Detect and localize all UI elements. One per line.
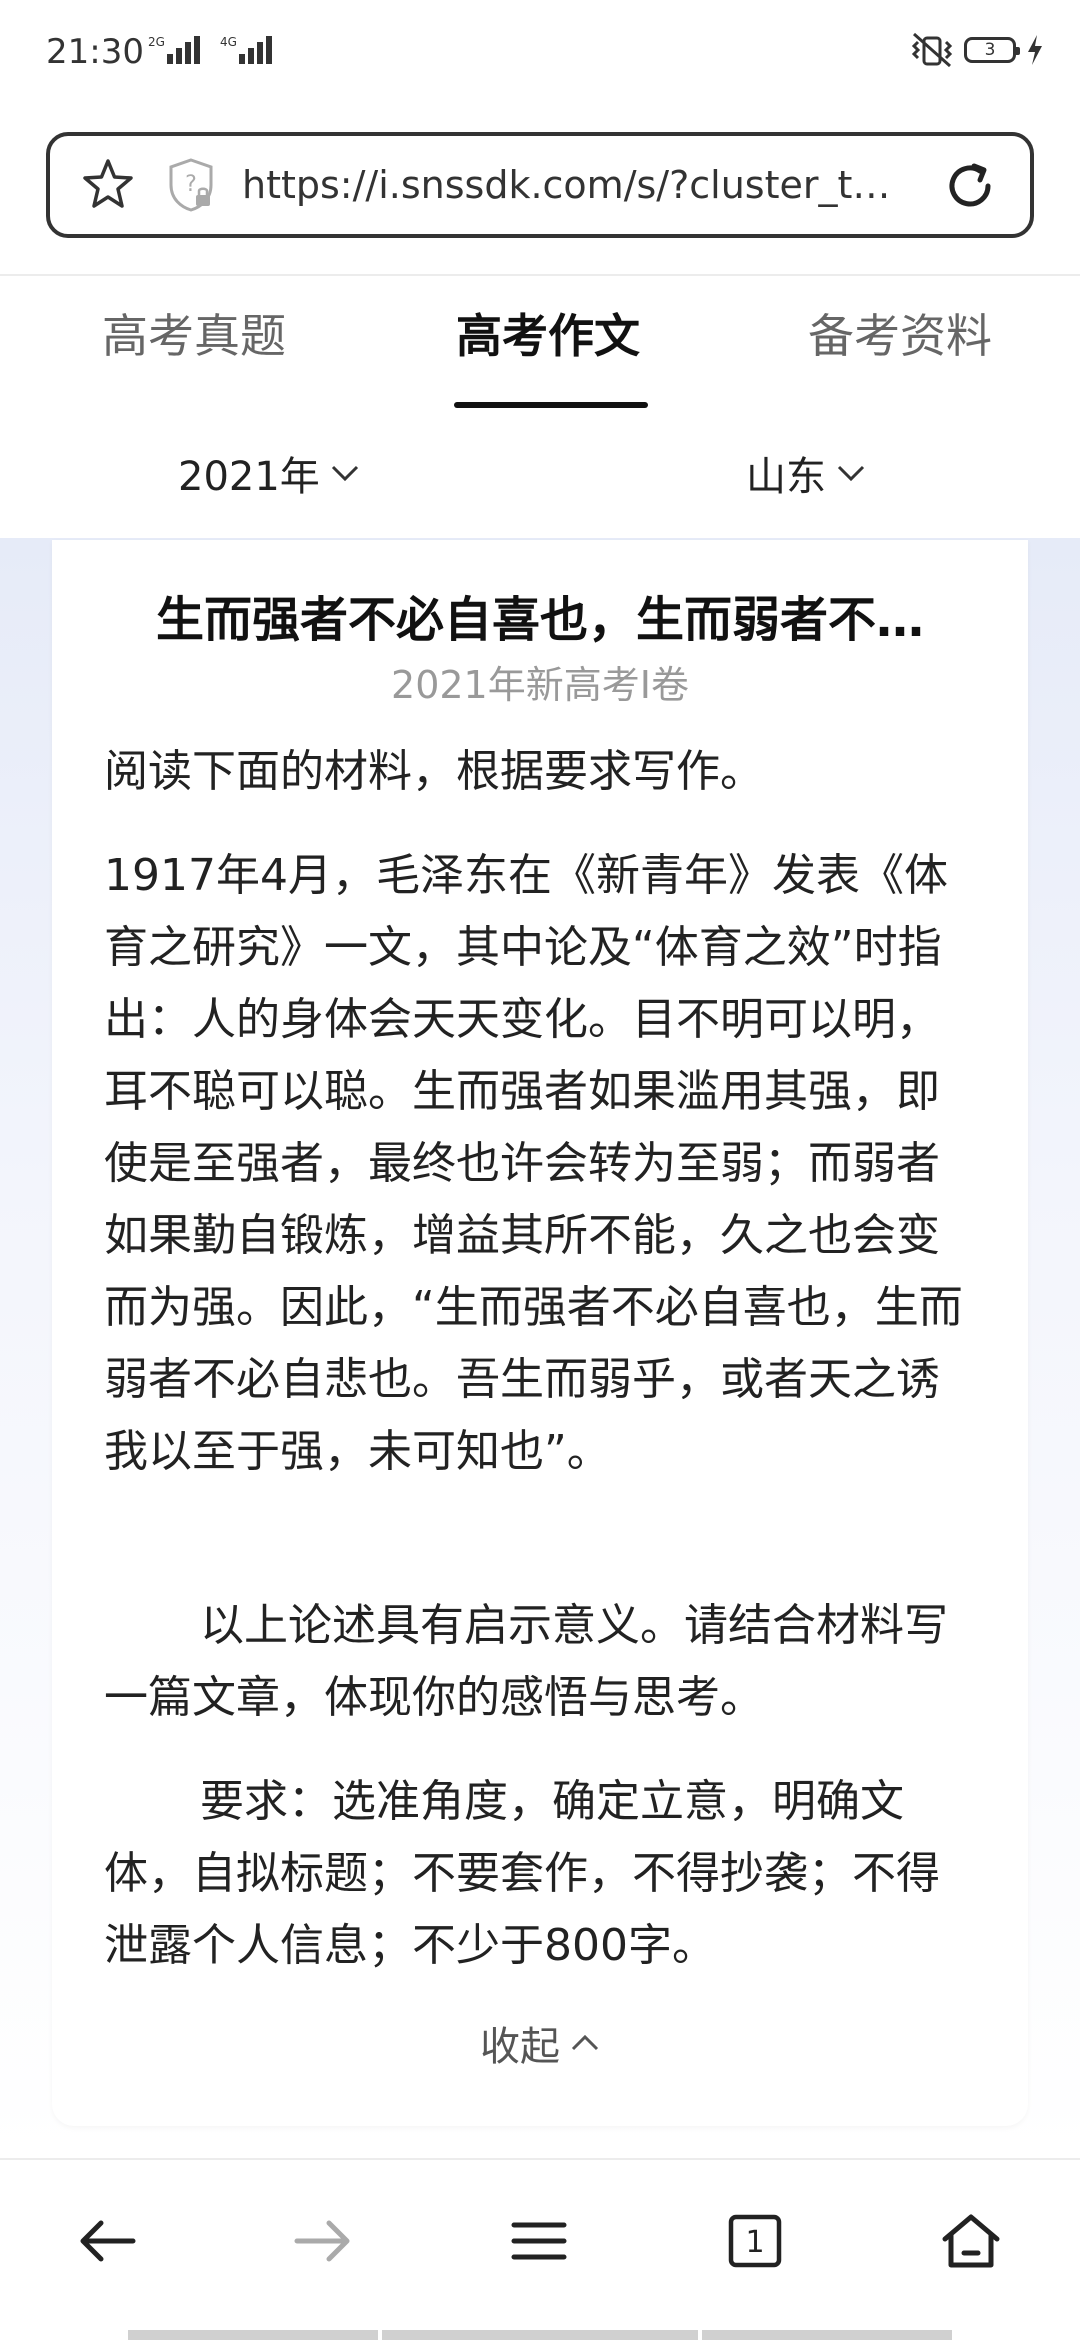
home-indicator xyxy=(382,2330,698,2340)
collapse-label: 收起 xyxy=(480,2024,560,2070)
tabs-icon: 1 xyxy=(728,2214,782,2268)
url-text[interactable]: https://i.snssdk.com/s/?cluster_t… xyxy=(242,163,902,207)
header-divider xyxy=(0,274,1080,276)
back-arrow-icon xyxy=(80,2220,136,2262)
chevron-up-icon xyxy=(571,2034,599,2051)
signal-icon: 4G xyxy=(220,36,272,64)
tabs-button[interactable]: 1 xyxy=(720,2206,790,2276)
forward-arrow-icon xyxy=(294,2220,350,2262)
home-icon xyxy=(942,2214,1000,2268)
network-type-label: 4G xyxy=(220,35,237,49)
forward-button[interactable] xyxy=(288,2206,358,2276)
address-bar[interactable]: ? https://i.snssdk.com/s/?cluster_t… xyxy=(46,132,1034,238)
year-filter[interactable]: 2021年 xyxy=(178,444,360,502)
back-button[interactable] xyxy=(72,2206,142,2276)
charging-icon xyxy=(1028,35,1042,65)
tab-gaokao-zuowen[interactable]: 高考作文 xyxy=(456,300,640,366)
tab-count: 1 xyxy=(745,2225,764,2260)
tab-beikao-ziliao[interactable]: 备考资料 xyxy=(808,300,992,366)
essay-card: 生而强者不必自喜也，生而弱者不… 2021年新高考I卷 阅读下面的材料，根据要求… xyxy=(52,540,1028,2126)
essay-paragraph: 以上论述具有启示意义。请结合材料写一篇文章，体现你的感悟与思考。 xyxy=(104,1600,948,1723)
home-indicator xyxy=(702,2330,952,2340)
collapse-button[interactable]: 收起 xyxy=(52,2014,1028,2072)
essay-paragraph: 要求：选准角度，确定立意，明确文体，自拟标题；不要套作，不得抄袭；不得泄露个人信… xyxy=(104,1776,940,1971)
status-right: 3 xyxy=(910,32,1044,68)
vibrate-icon xyxy=(911,32,953,68)
active-tab-indicator xyxy=(454,402,648,408)
bottom-navigation: 1 xyxy=(0,2158,1080,2320)
battery-icon: 3 xyxy=(964,37,1020,63)
shield-lock-icon[interactable]: ? xyxy=(166,157,216,213)
home-indicator xyxy=(128,2330,378,2340)
essay-paragraph: 1917年4月，毛泽东在《新青年》发表《体育之研究》一文，其中论及“体育之效”时… xyxy=(104,850,963,1477)
region-filter[interactable]: 山东 xyxy=(746,444,866,502)
svg-text:?: ? xyxy=(185,172,197,197)
year-filter-label: 2021年 xyxy=(178,454,320,500)
chevron-down-icon xyxy=(331,465,358,482)
essay-title: 生而强者不必自喜也，生而弱者不… xyxy=(155,592,924,648)
essay-subtitle: 2021年新高考I卷 xyxy=(391,663,689,707)
status-bar: 21:30 2G 4G 3 xyxy=(0,0,1080,110)
chevron-down-icon xyxy=(837,465,865,482)
home-button[interactable] xyxy=(936,2206,1006,2276)
network-type-label: 2G xyxy=(148,35,165,49)
battery-level: 3 xyxy=(984,40,996,60)
region-filter-label: 山东 xyxy=(746,454,826,500)
reload-icon[interactable] xyxy=(942,158,998,214)
signal-icon: 2G xyxy=(148,36,200,64)
status-time: 21:30 xyxy=(46,32,144,72)
tab-gaokao-zhenti[interactable]: 高考真题 xyxy=(102,300,286,366)
menu-button[interactable] xyxy=(504,2206,574,2276)
menu-icon xyxy=(511,2222,567,2260)
category-tabs: 高考真题 高考作文 备考资料 xyxy=(0,300,1080,410)
essay-paragraph: 阅读下面的材料，根据要求写作。 xyxy=(104,746,764,797)
star-icon[interactable] xyxy=(78,155,138,215)
